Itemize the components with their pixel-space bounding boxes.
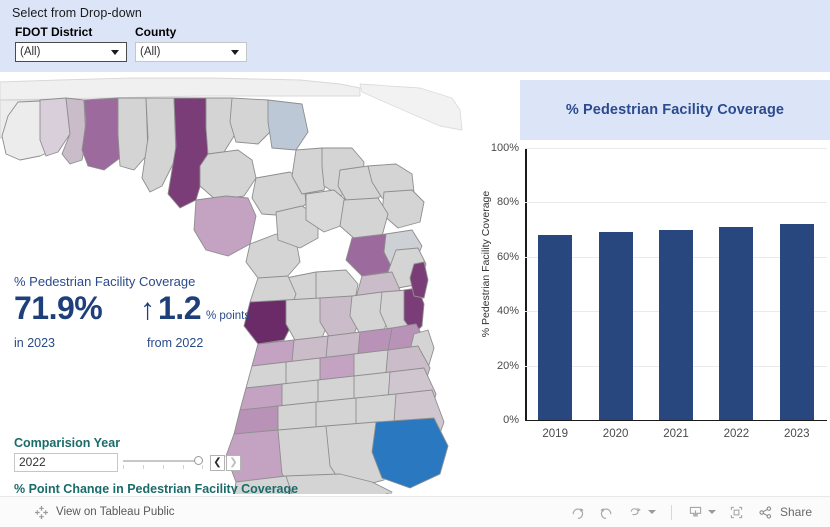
florida-choropleth-map[interactable]: % Pedestrian Facility Coverage 71.9% ↑ 1…	[0, 74, 468, 494]
download-button[interactable]	[681, 500, 722, 524]
x-axis-line	[525, 420, 827, 422]
bar-2020[interactable]	[598, 232, 633, 420]
slider-prev-button[interactable]: ❮	[210, 454, 225, 471]
undo-button[interactable]	[592, 500, 621, 524]
download-icon	[689, 506, 702, 516]
color-legend: % Point Change in Pedestrian Facility Co…	[14, 482, 304, 494]
kpi-caption: % Pedestrian Facility Coverage	[14, 274, 196, 289]
y-axis-tick-label: 0%	[503, 414, 519, 426]
chart-area[interactable]: % Pedestrian Facility Coverage 0% 20% 40% 6…	[468, 140, 830, 494]
revert-button[interactable]	[621, 500, 662, 524]
kpi-delta-value: 1.2	[158, 290, 201, 326]
county-value: (All)	[140, 46, 161, 58]
x-axis-tick-label: 2021	[663, 428, 689, 440]
bar-2023[interactable]	[779, 224, 814, 420]
tableau-logo-icon	[34, 505, 49, 519]
filter-band-title: Select from Drop-down	[12, 6, 142, 20]
filter-group-fdot-district: FDOT District (All)	[15, 26, 127, 62]
color-legend-title: % Point Change in Pedestrian Facility Co…	[14, 482, 299, 494]
gridline	[525, 202, 827, 204]
bar-2022[interactable]	[719, 227, 754, 420]
comparison-year-slider[interactable]	[123, 453, 207, 472]
bar-2021[interactable]	[659, 229, 693, 420]
fdot-district-dropdown[interactable]: (All)	[15, 42, 127, 62]
bar-chart-panel: % Pedestrian Facility Coverage % Pedestr…	[468, 74, 830, 494]
filter-group-county: County (All)	[135, 26, 247, 62]
share-button[interactable]: Share	[751, 500, 818, 524]
comparison-year-input[interactable]: 2022	[14, 453, 118, 472]
chevron-down-icon	[231, 49, 239, 55]
fdot-district-label: FDOT District	[15, 25, 93, 39]
slider-ticks	[123, 465, 203, 470]
chevron-down-icon	[647, 510, 656, 514]
gridline	[525, 148, 827, 149]
slider-handle[interactable]	[194, 456, 203, 465]
chevron-down-icon	[111, 49, 119, 55]
slider-track	[123, 460, 203, 462]
x-axis-tick-label: 2023	[784, 428, 810, 440]
view-on-tableau-public-label: View on Tableau Public	[56, 506, 175, 518]
y-axis-tick-label: 60%	[496, 250, 519, 263]
county-dropdown[interactable]: (All)	[135, 42, 247, 62]
comparison-year-control: Comparision Year 2022 ❮ ❯	[14, 436, 294, 472]
tableau-toolbar: View on Tableau Public Share	[0, 496, 830, 527]
fullscreen-icon	[730, 505, 743, 519]
comparison-year-label: Comparision Year	[14, 436, 121, 450]
kpi-primary-value: 71.9%	[14, 290, 103, 326]
arrow-up-icon: ↑	[140, 293, 155, 326]
kpi-block: % Pedestrian Facility Coverage 71.9% ↑ 1…	[0, 274, 300, 356]
chart-y-axis-label: % Pedestrian Facility Coverage	[480, 190, 492, 338]
toolbar-divider	[670, 504, 672, 520]
y-axis-tick-label: 20%	[496, 359, 519, 372]
y-axis-line	[525, 148, 527, 420]
kpi-subtitles-row: in 2023 from 2022	[14, 336, 300, 356]
y-axis-tick-label: 40%	[496, 305, 519, 318]
redo-button[interactable]	[563, 500, 592, 524]
x-axis-tick-label: 2022	[723, 428, 750, 440]
x-axis-tick-label: 2020	[602, 428, 629, 440]
share-label: Share	[779, 505, 812, 519]
chart-title-band: % Pedestrian Facility Coverage	[520, 80, 830, 140]
kpi-delta-year: from 2022	[147, 336, 204, 350]
revert-icon	[630, 507, 641, 515]
share-icon	[759, 505, 772, 519]
county-label: County	[135, 25, 177, 39]
kpi-primary-year: in 2023	[14, 336, 56, 350]
toolbar-left-group[interactable]: View on Tableau Public	[34, 505, 175, 520]
x-axis-tick-label: 2019	[542, 428, 568, 440]
tableau-dashboard: Select from Drop-down FDOT District (All…	[0, 0, 830, 527]
filter-band: Select from Drop-down FDOT District (All…	[0, 0, 830, 72]
undo-icon	[600, 507, 612, 519]
fdot-district-value: (All)	[20, 46, 41, 58]
filter-band-inner: Select from Drop-down FDOT District (All…	[0, 0, 265, 72]
y-axis-tick-label: 80%	[496, 196, 519, 209]
y-axis-tick-label: 100%	[490, 142, 519, 154]
chart-plot-area[interactable]: 0% 20% 40% 60% 80% 100% 2019 2020 2021 2022 2023	[491, 142, 827, 440]
comparison-year-controls: 2022 ❮ ❯	[14, 453, 294, 472]
slider-next-button[interactable]: ❯	[226, 454, 241, 471]
chevron-down-icon	[707, 510, 716, 514]
redo-icon	[572, 507, 584, 519]
chart-title: % Pedestrian Facility Coverage	[565, 102, 785, 118]
bar-2019[interactable]	[538, 234, 573, 420]
fullscreen-button[interactable]	[722, 500, 751, 524]
toolbar-right-group: Share	[563, 500, 818, 524]
kpi-delta-group: ↑ 1.2 % points	[140, 290, 250, 327]
kpi-values-row: 71.9% ↑ 1.2 % points	[14, 290, 300, 336]
kpi-delta-units: % points	[205, 310, 251, 322]
